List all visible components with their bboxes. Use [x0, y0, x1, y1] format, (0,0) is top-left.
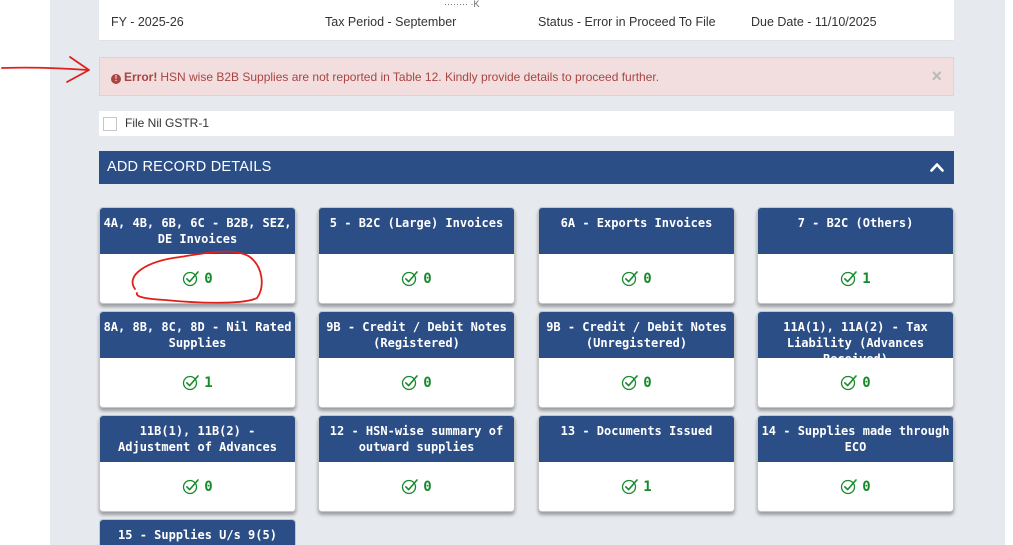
- tile-count-value: 0: [862, 479, 871, 495]
- tile-count-value: 0: [423, 479, 432, 495]
- error-alert: ! Error! HSN wise B2B Supplies are not rep…: [99, 57, 954, 96]
- tile-title: 9B - Credit / Debit Notes (Unregistered): [539, 312, 734, 358]
- tile-title: 12 - HSN-wise summary of outward supplie…: [319, 416, 514, 462]
- tile-title: 7 - B2C (Others): [758, 208, 953, 254]
- tile-count: 1: [100, 373, 295, 391]
- tax-period: Tax Period - September: [325, 15, 457, 29]
- tile-count-value: 1: [862, 271, 871, 287]
- check-circle-icon: [622, 375, 639, 391]
- check-circle-icon: [183, 479, 200, 495]
- alert-strong: Error!: [124, 70, 158, 84]
- tile-count-value: 0: [204, 271, 213, 287]
- tile-count-value: 0: [204, 479, 213, 495]
- page-edge: [1005, 0, 1013, 545]
- tile-count: 0: [758, 373, 953, 391]
- close-icon[interactable]: ×: [931, 67, 942, 85]
- check-circle-icon: [402, 375, 419, 391]
- tile-b2c-large-invoices[interactable]: 5 - B2C (Large) Invoices 0: [318, 207, 515, 304]
- check-circle-icon: [402, 271, 419, 287]
- tile-count: 0: [100, 269, 295, 287]
- tile-b2c-others[interactable]: 7 - B2C (Others) 1: [757, 207, 954, 304]
- file-nil-checkbox[interactable]: [103, 117, 117, 131]
- tile-title: 15 - Supplies U/s 9(5): [100, 520, 295, 545]
- tile-count-value: 0: [423, 271, 432, 287]
- tile-hsn-summary[interactable]: 12 - HSN-wise summary of outward supplie…: [318, 415, 515, 512]
- tile-count-value: 1: [204, 375, 213, 391]
- tile-count-value: 0: [423, 375, 432, 391]
- tile-title: 4A, 4B, 6B, 6C - B2B, SEZ, DE Invoices: [100, 208, 295, 254]
- tile-count: 0: [319, 477, 514, 495]
- add-record-details-header[interactable]: ADD RECORD DETAILS: [99, 151, 954, 184]
- tile-count: 0: [539, 373, 734, 391]
- due-date: Due Date - 11/10/2025: [751, 15, 877, 29]
- check-circle-icon: [622, 271, 639, 287]
- tile-tax-liability-advances[interactable]: 11A(1), 11A(2) - Tax Liability (Advances…: [757, 311, 954, 408]
- tile-count: 1: [539, 477, 734, 495]
- return-info-bar: ········ ·K FY - 2025-26 Tax Period - Se…: [99, 0, 954, 41]
- red-arrow-icon: [1, 56, 90, 83]
- tile-exports-invoices[interactable]: 6A - Exports Invoices 0: [538, 207, 735, 304]
- financial-year: FY - 2025-26: [111, 15, 184, 29]
- tile-count-value: 1: [643, 479, 652, 495]
- tile-credit-debit-notes-unregistered[interactable]: 9B - Credit / Debit Notes (Unregistered)…: [538, 311, 735, 408]
- tile-count: 0: [539, 269, 734, 287]
- tile-nil-rated-supplies[interactable]: 8A, 8B, 8C, 8D - Nil Rated Supplies 1: [99, 311, 296, 408]
- chevron-up-icon[interactable]: [930, 162, 944, 172]
- check-circle-icon: [841, 271, 858, 287]
- tile-count: 0: [758, 477, 953, 495]
- tile-count-value: 0: [862, 375, 871, 391]
- tile-title: 9B - Credit / Debit Notes (Registered): [319, 312, 514, 358]
- check-circle-icon: [402, 479, 419, 495]
- section-title: ADD RECORD DETAILS: [107, 159, 272, 175]
- check-circle-icon: [841, 479, 858, 495]
- check-circle-icon: [841, 375, 858, 391]
- tile-count-value: 0: [643, 375, 652, 391]
- return-status: Status - Error in Proceed To File: [538, 15, 716, 29]
- tile-title: 11A(1), 11A(2) - Tax Liability (Advances…: [758, 312, 953, 366]
- tile-supplies-through-eco[interactable]: 14 - Supplies made through ECO 0: [757, 415, 954, 512]
- clipped-text: ········ ·K: [444, 0, 480, 9]
- tile-title: 11B(1), 11B(2) - Adjustment of Advances: [100, 416, 295, 462]
- check-circle-icon: [183, 375, 200, 391]
- tile-count: 1: [758, 269, 953, 287]
- tile-title: 14 - Supplies made through ECO: [758, 416, 953, 462]
- tile-count: 0: [319, 373, 514, 391]
- check-circle-icon: [183, 271, 200, 287]
- tile-count: 0: [319, 269, 514, 287]
- file-nil-label[interactable]: File Nil GSTR-1: [125, 116, 209, 130]
- tile-title: 6A - Exports Invoices: [539, 208, 734, 254]
- tile-title: 13 - Documents Issued: [539, 416, 734, 462]
- exclamation-circle-icon: !: [111, 74, 121, 84]
- tile-documents-issued[interactable]: 13 - Documents Issued 1: [538, 415, 735, 512]
- tile-title: 8A, 8B, 8C, 8D - Nil Rated Supplies: [100, 312, 295, 358]
- tile-count-value: 0: [643, 271, 652, 287]
- nil-filing-bar: File Nil GSTR-1: [99, 111, 954, 136]
- tile-supplies-us-9-5[interactable]: 15 - Supplies U/s 9(5): [99, 519, 296, 545]
- tile-b2b-sez-de-invoices[interactable]: 4A, 4B, 6B, 6C - B2B, SEZ, DE Invoices 0: [99, 207, 296, 304]
- tile-title: 5 - B2C (Large) Invoices: [319, 208, 514, 254]
- tile-adjustment-of-advances[interactable]: 11B(1), 11B(2) - Adjustment of Advances …: [99, 415, 296, 512]
- tile-count: 0: [100, 477, 295, 495]
- check-circle-icon: [622, 479, 639, 495]
- tile-credit-debit-notes-registered[interactable]: 9B - Credit / Debit Notes (Registered) 0: [318, 311, 515, 408]
- alert-message: HSN wise B2B Supplies are not reported i…: [160, 70, 660, 84]
